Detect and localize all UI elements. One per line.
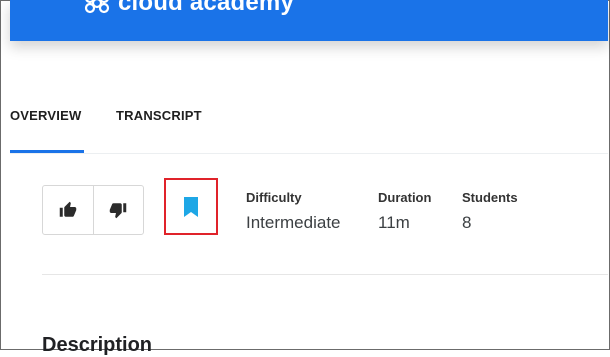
window-frame (0, 0, 610, 350)
header-banner: cloud academy (10, 0, 608, 41)
stat-duration: Duration 11m (378, 190, 431, 233)
brand-logo[interactable]: cloud academy (82, 0, 294, 18)
stat-students: Students 8 (462, 190, 518, 233)
stat-label: Students (462, 190, 518, 205)
rating-buttons (42, 185, 144, 235)
course-tabs: OVERVIEW TRANSCRIPT (10, 104, 608, 154)
thumbs-up-icon (59, 201, 76, 217)
thumbs-down-icon (110, 203, 127, 219)
stat-value: Intermediate (246, 213, 341, 232)
dislike-button[interactable] (92, 186, 144, 234)
brand-name: cloud academy (118, 0, 295, 16)
stat-value: 8 (462, 213, 472, 232)
stat-label: Difficulty (246, 190, 302, 205)
tab-transcript[interactable]: TRANSCRIPT (116, 104, 202, 152)
description-heading: Description (42, 334, 153, 356)
stat-label: Duration (378, 190, 432, 205)
section-divider (42, 274, 608, 275)
stat-value: 11m (378, 213, 410, 232)
like-button[interactable] (43, 186, 93, 234)
stat-difficulty: Difficulty Intermediate (246, 190, 341, 233)
tabs-divider (10, 153, 608, 154)
highlight-box (164, 178, 218, 235)
tab-overview[interactable]: OVERVIEW (10, 104, 84, 152)
cloud-academy-logo-icon (84, 0, 110, 14)
